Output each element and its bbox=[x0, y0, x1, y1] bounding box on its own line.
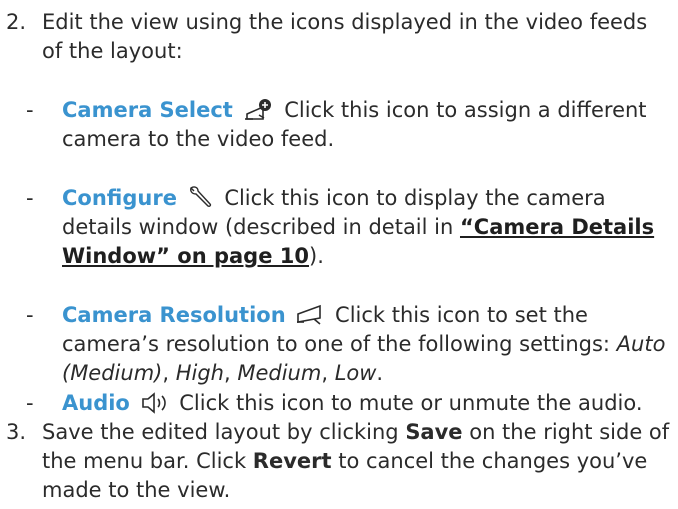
camera-select-icon bbox=[244, 97, 274, 121]
option-medium: Medium bbox=[237, 361, 322, 385]
description-audio: Click this icon to mute or unmute the au… bbox=[179, 391, 643, 415]
revert-label: Revert bbox=[252, 449, 332, 473]
option-low: Low bbox=[334, 361, 377, 385]
step-2-number: 2. bbox=[6, 10, 27, 34]
list-dash: - bbox=[26, 186, 34, 210]
step-3-number: 3. bbox=[6, 420, 27, 444]
option-separator: , bbox=[321, 361, 335, 385]
step-2-text: Edit the view using the icons displayed … bbox=[42, 10, 648, 63]
option-separator: , bbox=[223, 361, 238, 385]
list-dash: - bbox=[26, 391, 34, 415]
step-3: 3. Save the edited layout by clicking Sa… bbox=[6, 418, 672, 505]
step-2: 2. Edit the view using the icons display… bbox=[6, 8, 672, 66]
description-configure-end: ). bbox=[309, 244, 324, 268]
list-item-audio: - Audio Click this icon to mute or unmut… bbox=[26, 389, 676, 418]
step-3-text: Save the edited layout by clicking bbox=[42, 420, 406, 444]
list-item-camera-select: - Camera Select Click this icon to assig… bbox=[26, 96, 676, 154]
term-camera-select: Camera Select bbox=[62, 98, 233, 122]
option-high: High bbox=[175, 361, 224, 385]
term-configure: Configure bbox=[62, 186, 177, 210]
option-end: . bbox=[376, 361, 384, 385]
list-item-camera-resolution: - Camera Resolution Click this icon to s… bbox=[26, 301, 676, 388]
save-label: Save bbox=[405, 420, 463, 444]
wrench-icon bbox=[188, 185, 214, 209]
camera-icon bbox=[296, 304, 324, 326]
list-dash: - bbox=[26, 98, 34, 122]
list-dash: - bbox=[26, 303, 34, 327]
term-audio: Audio bbox=[62, 391, 130, 415]
list-item-configure: - Configure Click this icon to display t… bbox=[26, 184, 676, 271]
option-separator: , bbox=[162, 361, 176, 385]
speaker-icon bbox=[141, 392, 169, 414]
term-camera-resolution: Camera Resolution bbox=[62, 303, 286, 327]
